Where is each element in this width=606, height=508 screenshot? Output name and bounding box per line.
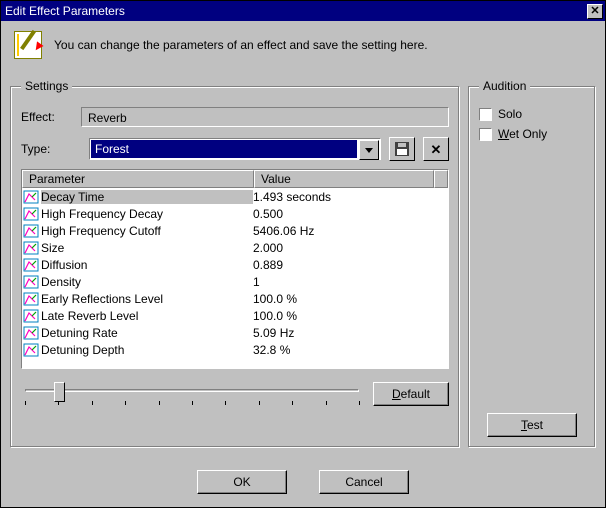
dialog-window: Edit Effect Parameters ✕ You can change … <box>0 0 606 508</box>
default-button[interactable]: Default <box>373 382 449 406</box>
solo-row[interactable]: Solo <box>479 107 585 121</box>
param-icon <box>23 241 39 255</box>
col-parameter[interactable]: Parameter <box>22 170 254 188</box>
slider-track <box>25 389 359 392</box>
table-row[interactable]: High Frequency Decay0.500 <box>22 205 448 222</box>
effect-row: Effect: Reverb <box>21 107 449 127</box>
chevron-down-icon <box>365 148 373 153</box>
list-header: Parameter Value <box>22 170 448 188</box>
table-row[interactable]: Decay Time1.493 seconds <box>22 188 448 205</box>
floppy-icon <box>395 142 409 156</box>
param-icon <box>23 343 39 357</box>
close-icon: ✕ <box>590 6 599 17</box>
value-slider[interactable] <box>21 379 363 409</box>
settings-legend: Settings <box>21 79 72 93</box>
col-value[interactable]: Value <box>254 170 434 188</box>
test-button[interactable]: Test <box>487 413 577 437</box>
wet-only-row[interactable]: Wet Only <box>479 127 585 141</box>
slider-thumb[interactable] <box>54 382 65 402</box>
table-row[interactable]: Size2.000 <box>22 239 448 256</box>
param-name: Diffusion <box>41 258 253 272</box>
type-value: Forest <box>91 140 357 158</box>
cancel-button[interactable]: Cancel <box>319 470 409 494</box>
titlebar: Edit Effect Parameters ✕ <box>1 1 605 21</box>
audition-group: Audition Solo Wet Only Test <box>468 79 596 448</box>
table-row[interactable]: Detuning Rate5.09 Hz <box>22 324 448 341</box>
delete-preset-button[interactable]: ✕ <box>423 137 449 161</box>
effect-edit-icon <box>12 29 44 61</box>
audition-legend: Audition <box>479 79 530 93</box>
x-icon: ✕ <box>431 143 442 156</box>
save-preset-button[interactable] <box>389 137 415 161</box>
intro-row: You can change the parameters of an effe… <box>4 23 602 65</box>
param-name: Late Reverb Level <box>41 309 253 323</box>
param-name: Early Reflections Level <box>41 292 253 306</box>
slider-ticks <box>25 401 359 407</box>
param-value: 100.0 % <box>253 292 448 306</box>
table-row[interactable]: High Frequency Cutoff5406.06 Hz <box>22 222 448 239</box>
param-name: Detuning Rate <box>41 326 253 340</box>
param-value: 5406.06 Hz <box>253 224 448 238</box>
intro-text: You can change the parameters of an effe… <box>54 38 428 52</box>
type-label: Type: <box>21 142 81 156</box>
param-value: 32.8 % <box>253 343 448 357</box>
param-icon <box>23 224 39 238</box>
solo-checkbox[interactable] <box>479 108 492 121</box>
param-name: Decay Time <box>41 190 253 204</box>
effect-name-field: Reverb <box>81 107 449 127</box>
settings-group: Settings Effect: Reverb Type: Forest <box>10 79 460 448</box>
param-name: Size <box>41 241 253 255</box>
ok-button[interactable]: OK <box>197 470 287 494</box>
param-name: High Frequency Decay <box>41 207 253 221</box>
param-value: 0.889 <box>253 258 448 272</box>
param-value: 0.500 <box>253 207 448 221</box>
effect-label: Effect: <box>21 110 81 124</box>
col-pad <box>434 170 448 188</box>
table-row[interactable]: Detuning Depth32.8 % <box>22 341 448 358</box>
type-combobox[interactable]: Forest <box>89 138 381 160</box>
param-icon <box>23 258 39 272</box>
param-value: 2.000 <box>253 241 448 255</box>
window-title: Edit Effect Parameters <box>5 4 587 18</box>
slider-row: Default <box>21 379 449 409</box>
param-value: 100.0 % <box>253 309 448 323</box>
param-icon <box>23 292 39 306</box>
type-row: Type: Forest ✕ <box>21 137 449 161</box>
param-icon <box>23 309 39 323</box>
table-row[interactable]: Diffusion0.889 <box>22 256 448 273</box>
param-icon <box>23 207 39 221</box>
table-row[interactable]: Early Reflections Level100.0 % <box>22 290 448 307</box>
param-name: Density <box>41 275 253 289</box>
param-icon <box>23 275 39 289</box>
param-icon <box>23 190 39 204</box>
solo-label: Solo <box>498 107 522 121</box>
param-name: Detuning Depth <box>41 343 253 357</box>
param-value: 5.09 Hz <box>253 326 448 340</box>
table-row[interactable]: Density1 <box>22 273 448 290</box>
param-value: 1 <box>253 275 448 289</box>
dialog-footer: OK Cancel <box>4 470 602 494</box>
wet-only-label: Wet Only <box>498 127 547 141</box>
param-icon <box>23 326 39 340</box>
param-value: 1.493 seconds <box>253 190 448 204</box>
close-button[interactable]: ✕ <box>587 4 603 19</box>
parameter-list[interactable]: Parameter Value Decay Time1.493 secondsH… <box>21 169 449 369</box>
table-row[interactable]: Late Reverb Level100.0 % <box>22 307 448 324</box>
wet-only-checkbox[interactable] <box>479 128 492 141</box>
type-dropdown-button[interactable] <box>359 140 379 160</box>
param-name: High Frequency Cutoff <box>41 224 253 238</box>
